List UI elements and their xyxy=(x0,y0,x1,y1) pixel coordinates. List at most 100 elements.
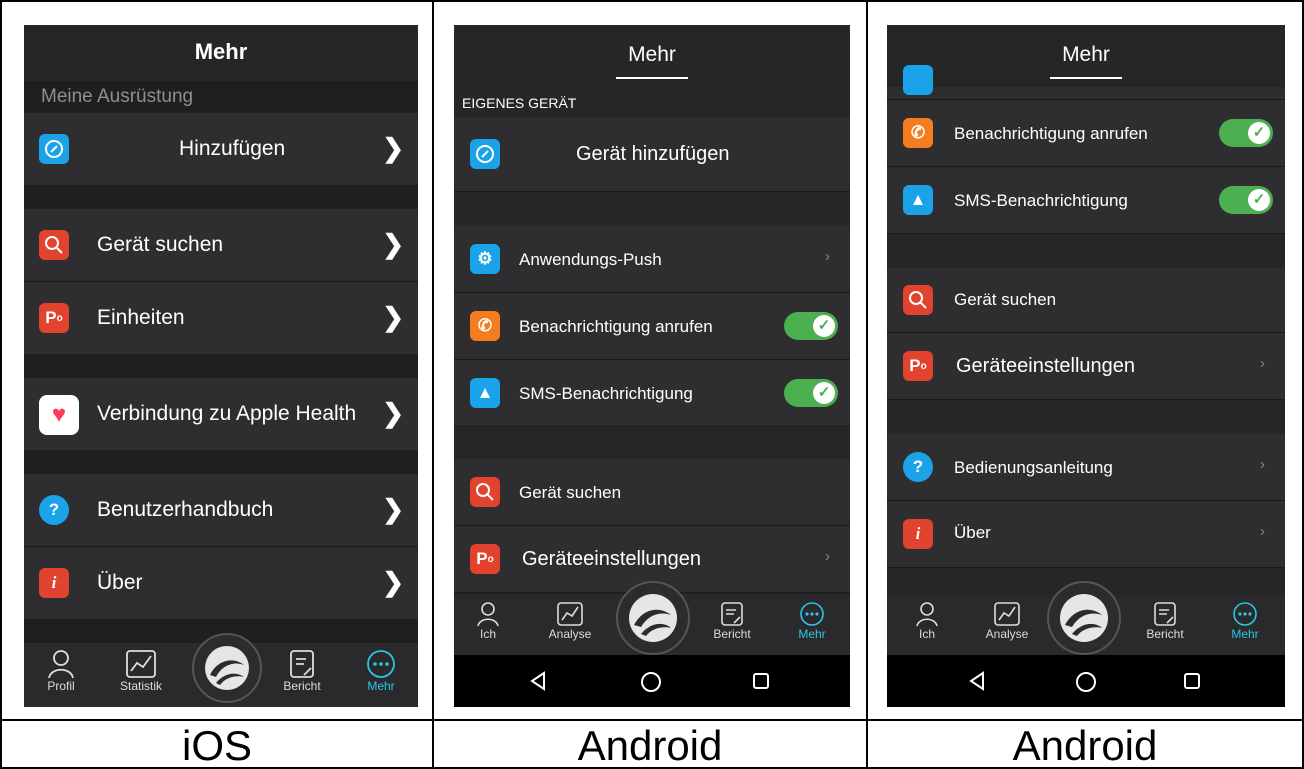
tab-label: Ich xyxy=(479,627,496,641)
tab-bericht[interactable]: Bericht xyxy=(706,601,758,641)
bell-icon: ▲ xyxy=(470,378,500,408)
add-device-label: Hinzufügen xyxy=(179,137,286,160)
tab-ich[interactable]: Ich xyxy=(468,601,508,641)
call-notification-row[interactable]: ✆ Benachrichtigung anrufen ✓ xyxy=(887,100,1285,167)
section-header: Meine Ausrüstung xyxy=(24,81,418,113)
settings-icon: Po xyxy=(903,351,933,381)
tab-bericht[interactable]: Bericht xyxy=(274,649,330,693)
apple-health-label: Verbindung zu Apple Health xyxy=(97,402,357,425)
recents-icon[interactable] xyxy=(1183,672,1201,690)
units-row[interactable]: Po Einheiten ❯ xyxy=(24,282,418,355)
call-notification-toggle[interactable]: ✓ xyxy=(784,312,838,340)
table-border-left xyxy=(0,0,2,769)
android-nav-bar xyxy=(887,655,1285,707)
logo-icon xyxy=(1060,594,1108,642)
ios-header: Mehr xyxy=(24,25,418,81)
chevron-right-icon: ❯ xyxy=(382,494,404,524)
caption-ios: iOS xyxy=(181,722,252,769)
device-settings-label: Geräteeinstellungen xyxy=(956,355,1136,377)
about-row[interactable]: i Über ❯ xyxy=(24,547,418,620)
find-device-row[interactable]: Gerät suchen xyxy=(454,459,850,526)
center-action-button[interactable] xyxy=(616,581,690,655)
manual-label: Bedienungsanleitung xyxy=(954,458,1113,477)
tab-analyse[interactable]: Analyse xyxy=(979,601,1035,641)
find-device-row[interactable]: Gerät suchen xyxy=(887,268,1285,333)
tab-mehr[interactable]: Mehr xyxy=(790,601,834,641)
search-icon xyxy=(903,285,933,315)
spacer xyxy=(887,400,1285,434)
search-icon xyxy=(470,477,500,507)
report-icon xyxy=(290,650,314,678)
back-icon[interactable] xyxy=(967,671,987,691)
tab-label: Analyse xyxy=(548,627,592,641)
table-divider xyxy=(0,719,1304,721)
chart-icon xyxy=(994,602,1020,626)
home-icon[interactable] xyxy=(1075,671,1097,693)
tab-analyse[interactable]: Analyse xyxy=(542,601,598,641)
phone-icon: ✆ xyxy=(470,311,500,341)
info-icon: i xyxy=(903,519,933,549)
search-icon xyxy=(39,230,69,260)
chevron-right-icon: ❯ xyxy=(382,229,404,259)
apple-health-row[interactable]: ♥ Verbindung zu Apple Health ❯ xyxy=(24,378,418,451)
recents-icon[interactable] xyxy=(752,672,770,690)
chart-icon xyxy=(126,650,156,678)
comparison-table: Mehr Meine Ausrüstung Hinzufügen ❯ Gerät… xyxy=(0,0,1304,769)
sms-notification-row[interactable]: ▲ SMS-Benachrichtigung ✓ xyxy=(454,360,850,427)
tab-ich[interactable]: Ich xyxy=(907,601,947,641)
page-title: Mehr xyxy=(194,39,248,64)
manual-row[interactable]: ? Bedienungsanleitung › xyxy=(887,434,1285,501)
find-device-row[interactable]: Gerät suchen ❯ xyxy=(24,209,418,282)
add-device-row[interactable]: Gerät hinzufügen xyxy=(454,117,850,192)
chevron-right-icon: ❯ xyxy=(382,133,404,163)
tab-profil[interactable]: Profil xyxy=(36,649,86,693)
sms-notification-label: SMS-Benachrichtigung xyxy=(954,191,1128,210)
manual-row[interactable]: ? Benutzerhandbuch ❯ xyxy=(24,474,418,547)
question-icon: ? xyxy=(39,495,69,525)
tab-mehr[interactable]: Mehr xyxy=(356,649,406,693)
home-icon[interactable] xyxy=(640,671,662,693)
tab-bar: Ich Analyse Bericht Mehr xyxy=(887,581,1285,655)
device-settings-row[interactable]: Po Geräteeinstellungen › xyxy=(887,333,1285,400)
list-item-partial xyxy=(887,65,1285,100)
add-device-row[interactable]: Hinzufügen ❯ xyxy=(24,113,418,186)
tab-label: Mehr xyxy=(798,627,826,641)
app-push-row[interactable]: ⚙ Anwendungs-Push › xyxy=(454,226,850,293)
call-notification-row[interactable]: ✆ Benachrichtigung anrufen ✓ xyxy=(454,293,850,360)
spacer xyxy=(24,354,418,378)
settings-icon: Po xyxy=(470,544,500,574)
chart-icon xyxy=(557,602,583,626)
sms-notification-toggle[interactable]: ✓ xyxy=(1219,186,1273,214)
sms-notification-row[interactable]: ▲ SMS-Benachrichtigung ✓ xyxy=(887,167,1285,234)
caption-android: Android xyxy=(1012,722,1158,769)
tab-bar: Profil Statistik Bericht Mehr xyxy=(24,633,418,707)
center-action-button[interactable] xyxy=(1047,581,1121,655)
sms-notification-toggle[interactable]: ✓ xyxy=(784,379,838,407)
tab-label: Mehr xyxy=(1231,627,1259,641)
report-icon xyxy=(721,602,743,626)
about-label: Über xyxy=(97,571,143,594)
tab-label: Analyse xyxy=(985,627,1029,641)
tab-statistik[interactable]: Statistik xyxy=(112,649,170,693)
section-label: EIGENES GERÄT xyxy=(462,95,577,111)
tab-label: Ich xyxy=(918,627,935,641)
tab-label: Profil xyxy=(47,679,75,693)
spacer xyxy=(454,192,850,226)
check-icon: ✓ xyxy=(813,315,835,337)
tab-bericht[interactable]: Bericht xyxy=(1139,601,1191,641)
android-nav-bar xyxy=(454,655,850,707)
caption-android: Android xyxy=(577,722,723,769)
link-icon xyxy=(470,139,500,169)
section-header: EIGENES GERÄT xyxy=(454,87,850,118)
spacer xyxy=(24,450,418,474)
units-label: Einheiten xyxy=(97,306,185,329)
partial-icon xyxy=(903,65,933,95)
back-icon[interactable] xyxy=(528,671,548,691)
spacer xyxy=(887,234,1285,268)
about-row[interactable]: i Über › xyxy=(887,501,1285,568)
call-notification-toggle[interactable]: ✓ xyxy=(1219,119,1273,147)
chevron-right-icon: ❯ xyxy=(382,567,404,597)
center-action-button[interactable] xyxy=(192,633,262,703)
tab-mehr[interactable]: Mehr xyxy=(1223,601,1267,641)
find-device-label: Gerät suchen xyxy=(954,290,1057,309)
